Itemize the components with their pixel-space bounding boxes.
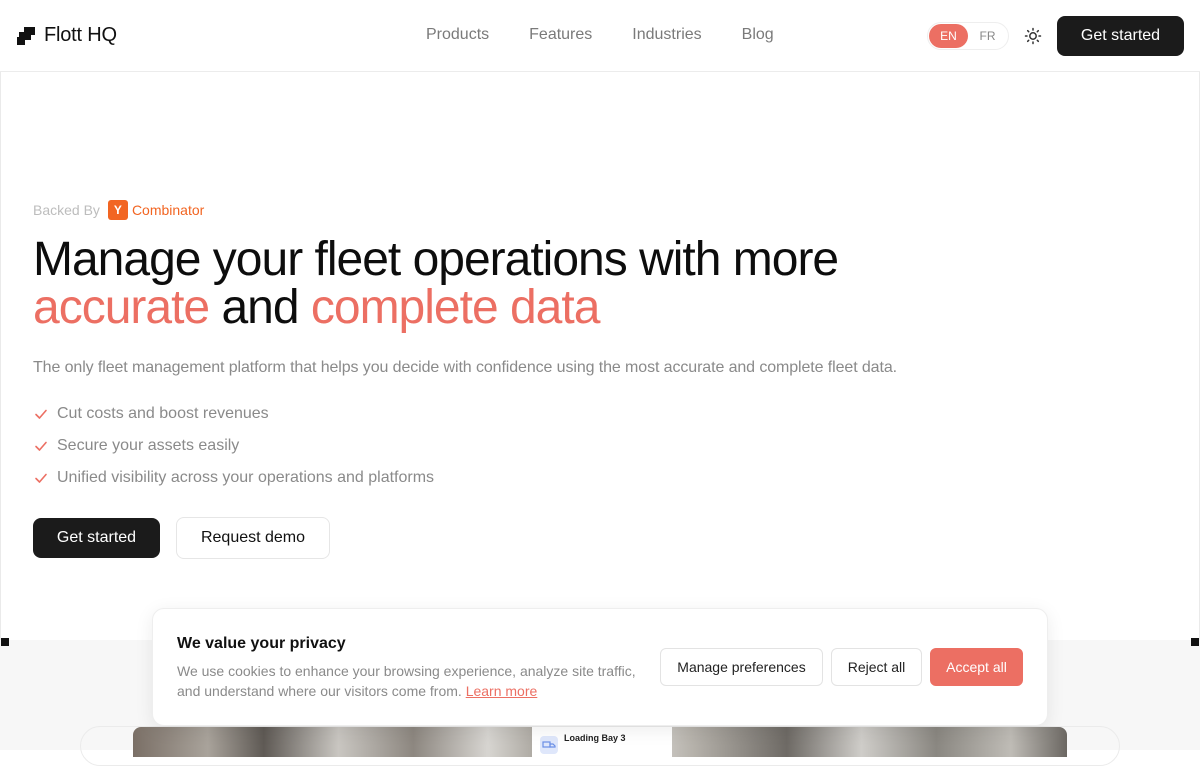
cookie-consent-banner: We value your privacy We use cookies to …: [152, 608, 1048, 726]
nav-item-features[interactable]: Features: [509, 24, 612, 46]
check-icon: [35, 409, 47, 419]
brand-logo[interactable]: Flott HQ: [16, 24, 117, 47]
y-combinator-logo-icon: Y: [107, 200, 128, 220]
cookie-text: We use cookies to enhance your browsing …: [177, 663, 636, 699]
lang-option-en[interactable]: EN: [929, 24, 968, 48]
benefit-item: Unified visibility across your operation…: [33, 462, 434, 494]
cookie-title: We value your privacy: [177, 635, 346, 652]
truck-icon: [540, 736, 558, 754]
brand-name: Flott HQ: [44, 24, 117, 46]
language-switcher: EN FR: [927, 22, 1009, 50]
check-icon: [35, 473, 47, 483]
hero-subtitle: The only fleet management platform that …: [33, 359, 897, 376]
learn-more-link[interactable]: Learn more: [466, 683, 538, 699]
hero-headline: Manage your fleet operations with more ac…: [33, 236, 933, 332]
benefit-item: Secure your assets easily: [33, 430, 434, 462]
header-get-started-button[interactable]: Get started: [1057, 16, 1184, 56]
site-header: Flott HQ Products Features Industries Bl…: [0, 0, 1200, 72]
resize-handle-right[interactable]: [1191, 638, 1199, 646]
backed-by-label: Backed By: [33, 202, 100, 218]
check-icon: [35, 441, 47, 451]
backed-by-badge[interactable]: Backed By Y Combinator: [33, 200, 204, 220]
benefit-text: Secure your assets easily: [57, 437, 240, 454]
benefit-item: Cut costs and boost revenues: [33, 398, 434, 430]
cookie-description: We use cookies to enhance your browsing …: [177, 661, 647, 701]
nav-item-industries[interactable]: Industries: [612, 24, 721, 46]
reject-all-button[interactable]: Reject all: [831, 648, 922, 686]
manage-preferences-button[interactable]: Manage preferences: [660, 648, 823, 686]
nav-item-blog[interactable]: Blog: [722, 24, 794, 46]
headline-accent-complete-data: complete data: [310, 281, 601, 334]
sun-icon[interactable]: [1024, 27, 1042, 45]
loading-bay-title: Loading Bay 3: [564, 733, 626, 743]
get-started-button[interactable]: Get started: [33, 518, 160, 558]
benefit-text: Cut costs and boost revenues: [57, 405, 269, 422]
headline-connector: and: [209, 281, 311, 334]
request-demo-button[interactable]: Request demo: [176, 517, 330, 559]
resize-handle-left[interactable]: [1, 638, 9, 646]
nav-item-products[interactable]: Products: [406, 24, 509, 46]
benefit-text: Unified visibility across your operation…: [57, 469, 435, 486]
flott-logo-icon: [17, 26, 35, 45]
accept-all-button[interactable]: Accept all: [930, 648, 1023, 686]
loading-bay-card: Loading Bay 3: [532, 727, 672, 757]
main-nav: Products Features Industries Blog: [406, 24, 794, 46]
headline-accent-accurate: accurate: [33, 281, 210, 334]
headline-line1: Manage your fleet operations with more: [33, 233, 839, 286]
backer-name: Combinator: [131, 202, 205, 218]
lang-option-fr[interactable]: FR: [968, 24, 1007, 48]
benefits-list: Cut costs and boost revenues Secure your…: [33, 398, 434, 494]
